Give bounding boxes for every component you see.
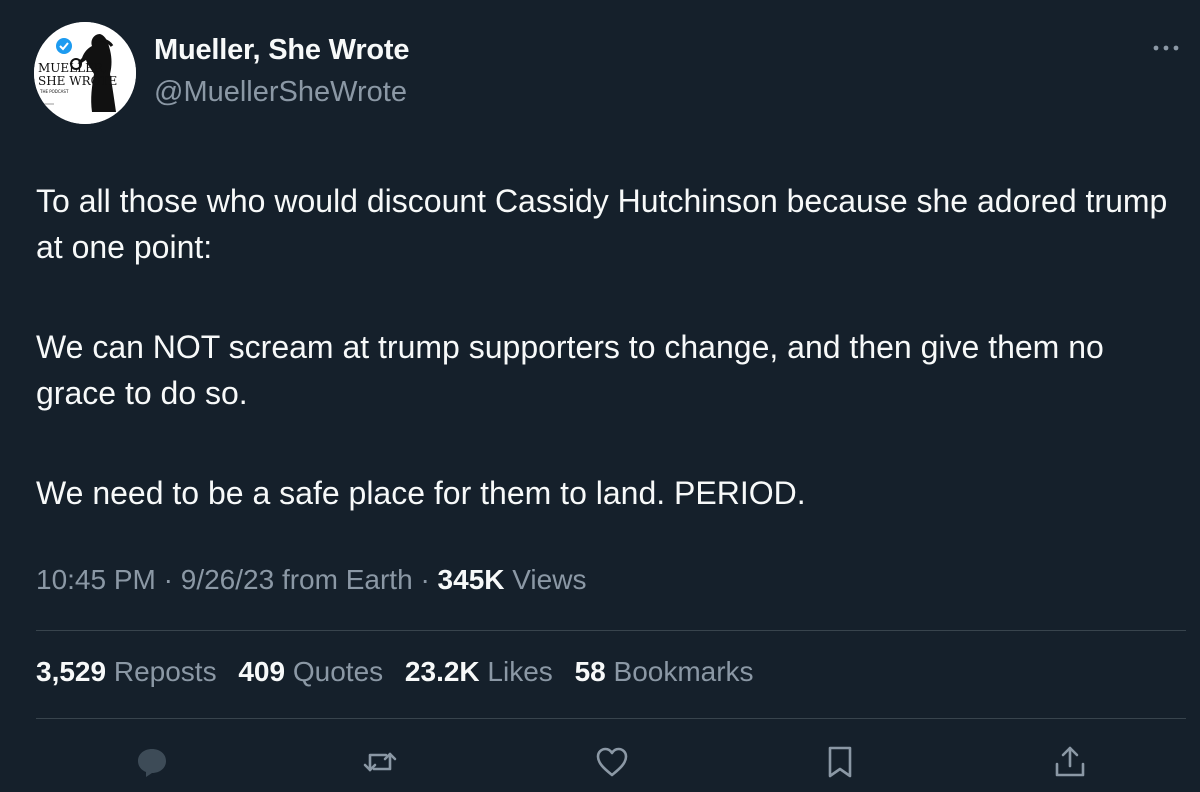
tweet-source: from Earth xyxy=(281,564,413,595)
reply-icon xyxy=(138,749,166,777)
reply-button[interactable] xyxy=(134,744,170,780)
tweet-stats: 3,529 Reposts 409 Quotes 23.2K Likes 58 … xyxy=(36,656,768,688)
likes-count: 23.2K xyxy=(404,656,480,687)
bookmark-button[interactable] xyxy=(822,744,858,780)
repost-icon xyxy=(363,752,397,772)
bookmarks-stat[interactable]: 58 Bookmarks xyxy=(575,656,754,687)
like-icon xyxy=(596,747,628,777)
repost-button[interactable] xyxy=(362,744,398,780)
more-options-button[interactable] xyxy=(1150,36,1182,60)
verified-badge-icon xyxy=(56,38,72,54)
tweet-date[interactable]: 9/26/23 xyxy=(181,564,274,595)
tweet-meta: 10:45 PM · 9/26/23 from Earth · 345K Vie… xyxy=(36,564,587,595)
reposts-count: 3,529 xyxy=(36,656,107,687)
share-button[interactable] xyxy=(1052,744,1088,780)
divider xyxy=(36,630,1186,631)
quotes-count: 409 xyxy=(238,656,286,687)
tweet-paragraph: We need to be a safe place for them to l… xyxy=(36,475,806,511)
svg-text:MUELLER,: MUELLER, xyxy=(38,61,107,75)
views-label: Views xyxy=(512,564,587,595)
avatar-logo: MUELLER, SHE WROTE THE PODCAST xyxy=(34,22,136,124)
bookmark-icon xyxy=(828,746,852,778)
likes-stat[interactable]: 23.2K Likes xyxy=(405,656,553,687)
tweet-text: To all those who would discount Cassidy … xyxy=(36,178,1186,570)
tweet-time[interactable]: 10:45 PM xyxy=(36,564,156,595)
more-dots-icon xyxy=(1153,45,1179,51)
quotes-label: Quotes xyxy=(292,656,384,687)
reposts-stat[interactable]: 3,529 Reposts xyxy=(36,656,217,687)
likes-label: Likes xyxy=(487,656,553,687)
bookmarks-count: 58 xyxy=(574,656,606,687)
share-icon xyxy=(1055,746,1085,777)
tweet-paragraph: We can NOT scream at trump supporters to… xyxy=(36,329,1104,411)
divider xyxy=(36,718,1186,719)
like-button[interactable] xyxy=(594,744,630,780)
bookmarks-label: Bookmarks xyxy=(613,656,754,687)
views-count: 345K xyxy=(437,564,505,595)
svg-text:THE PODCAST: THE PODCAST xyxy=(39,89,69,94)
author-handle[interactable]: @MuellerSheWrote xyxy=(154,76,407,109)
quotes-stat[interactable]: 409 Quotes xyxy=(238,656,383,687)
reposts-label: Reposts xyxy=(113,656,217,687)
svg-text:SHE WROTE: SHE WROTE xyxy=(38,74,117,88)
tweet: MUELLER, SHE WROTE THE PODCAST Mueller, … xyxy=(0,0,1200,792)
tweet-paragraph: To all those who would discount Cassidy … xyxy=(36,183,1168,265)
avatar[interactable]: MUELLER, SHE WROTE THE PODCAST xyxy=(34,22,136,124)
author-name[interactable]: Mueller, She Wrote xyxy=(154,34,410,67)
